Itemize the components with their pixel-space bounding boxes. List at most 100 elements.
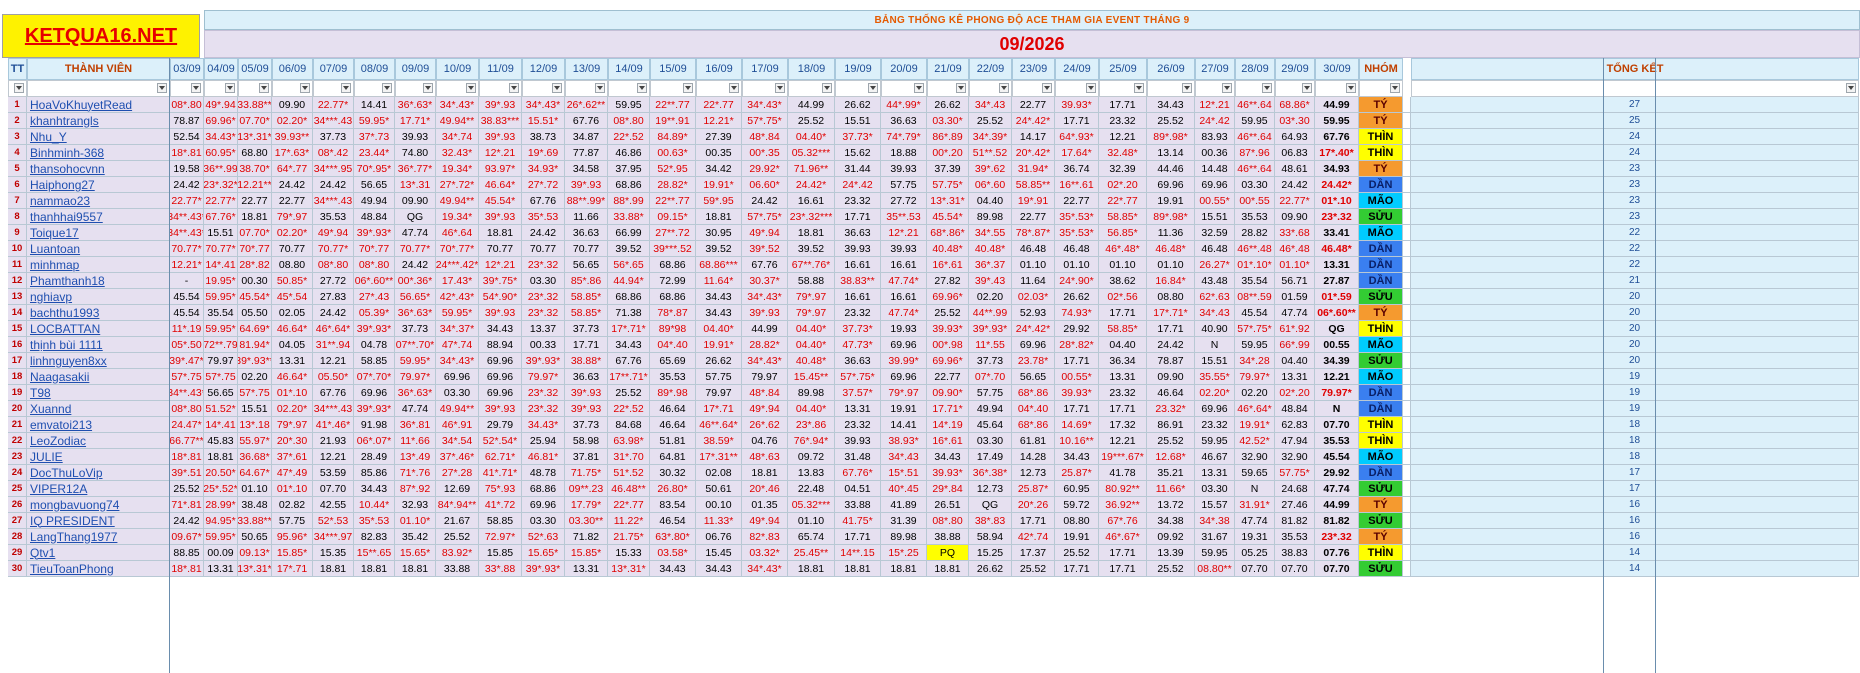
member-link[interactable]: TieuToanPhong	[27, 561, 170, 577]
member-link[interactable]: Luantoan	[27, 241, 170, 257]
member-link[interactable]: Haiphong27	[27, 177, 170, 193]
score-cell: 71.75*	[565, 465, 608, 481]
filter-dropdown-icon[interactable]	[683, 83, 693, 93]
member-link[interactable]: thịnh bùi 1111	[27, 337, 170, 353]
filter-dropdown-icon[interactable]	[466, 83, 476, 93]
score-cell: 23*.32	[1315, 209, 1359, 225]
score-cell: 76*.94*	[788, 433, 835, 449]
member-link[interactable]: linhnguyen8xx	[27, 353, 170, 369]
filter-dropdown-icon[interactable]	[1346, 83, 1356, 93]
member-link[interactable]: Binhminh-368	[27, 145, 170, 161]
score-cell: 44**.99	[969, 305, 1012, 321]
score-cell: 41.78	[1099, 465, 1147, 481]
member-link[interactable]: LOCBATTAN	[27, 321, 170, 337]
member-link[interactable]: Naagasakii	[27, 369, 170, 385]
score-cell: 04.40*	[788, 401, 835, 417]
member-link[interactable]: LeoZodiac	[27, 433, 170, 449]
filter-dropdown-icon[interactable]	[1846, 83, 1856, 93]
score-cell: 64*.93*	[1055, 129, 1099, 145]
member-link[interactable]: Phamthanh18	[27, 273, 170, 289]
header-date: 03/09	[170, 58, 204, 80]
filter-dropdown-icon[interactable]	[423, 83, 433, 93]
score-cell: 06*.07*	[354, 433, 395, 449]
score-cell: 49*.94	[204, 97, 238, 113]
score-cell: 34.93	[1315, 161, 1359, 177]
score-cell: 01.10	[1012, 257, 1055, 273]
score-cell: 39.93	[881, 241, 927, 257]
score-cell: 06.60*	[742, 177, 788, 193]
score-cell: 01*.10	[1315, 193, 1359, 209]
filter-dropdown-icon[interactable]	[341, 83, 351, 93]
score-cell: 78.87	[170, 113, 204, 129]
filter-dropdown-icon[interactable]	[1134, 83, 1144, 93]
member-link[interactable]: LangThang1977	[27, 529, 170, 545]
filter-dropdown-icon[interactable]	[552, 83, 562, 93]
filter-dropdown-icon[interactable]	[14, 83, 24, 93]
member-link[interactable]: mongbavuong74	[27, 497, 170, 513]
filter-dropdown-icon[interactable]	[956, 83, 966, 93]
member-link[interactable]: JULIE	[27, 449, 170, 465]
filter-dropdown-icon[interactable]	[225, 83, 235, 93]
member-link[interactable]: Nhu_Y	[27, 129, 170, 145]
score-cell: 35.53	[1275, 529, 1315, 545]
filter-dropdown-icon[interactable]	[868, 83, 878, 93]
member-link[interactable]: Qtv1	[27, 545, 170, 561]
member-link[interactable]: thanhhai9557	[27, 209, 170, 225]
score-cell: 29.79	[479, 417, 522, 433]
filter-dropdown-icon[interactable]	[191, 83, 201, 93]
member-link[interactable]: nghiavp	[27, 289, 170, 305]
member-link[interactable]: IQ PRESIDENT	[27, 513, 170, 529]
member-link[interactable]: DocThuLoVip	[27, 465, 170, 481]
filter-dropdown-icon[interactable]	[1302, 83, 1312, 93]
member-link[interactable]: thansohocvnn	[27, 161, 170, 177]
filter-dropdown-icon[interactable]	[822, 83, 832, 93]
filter-dropdown-icon[interactable]	[595, 83, 605, 93]
filter-dropdown-icon[interactable]	[1042, 83, 1052, 93]
filter-dropdown-icon[interactable]	[637, 83, 647, 93]
member-link[interactable]: khanhtrangls	[27, 113, 170, 129]
filter-dropdown-icon[interactable]	[1262, 83, 1272, 93]
score-cell: 56.65*	[395, 289, 436, 305]
score-cell: 38.70*	[238, 161, 272, 177]
score-cell: 64.67*	[238, 465, 272, 481]
filter-dropdown-icon[interactable]	[729, 83, 739, 93]
filter-dropdown-icon[interactable]	[1182, 83, 1192, 93]
member-link[interactable]: HoaVoKhuyetRead	[27, 97, 170, 113]
filter-dropdown-icon[interactable]	[157, 83, 167, 93]
score-cell: 19**.91	[650, 113, 696, 129]
filter-dropdown-icon[interactable]	[509, 83, 519, 93]
member-link[interactable]: T98	[27, 385, 170, 401]
member-link[interactable]: minhmap	[27, 257, 170, 273]
filter-dropdown-icon[interactable]	[999, 83, 1009, 93]
filter-dropdown-icon[interactable]	[1390, 83, 1400, 93]
filter-dropdown-icon[interactable]	[300, 83, 310, 93]
score-cell: 62.71*	[479, 449, 522, 465]
score-cell: 78*.87	[650, 305, 696, 321]
member-link[interactable]: bachthu1993	[27, 305, 170, 321]
score-cell: 36*.81	[395, 417, 436, 433]
member-link[interactable]: VIPER12A	[27, 481, 170, 497]
score-cell: 04.40	[1275, 353, 1315, 369]
score-cell: 37*.73	[354, 129, 395, 145]
score-cell: 64.93	[1275, 129, 1315, 145]
member-link[interactable]: nammao23	[27, 193, 170, 209]
filter-dropdown-icon[interactable]	[1222, 83, 1232, 93]
score-cell: 17*.40*	[1315, 145, 1359, 161]
score-cell: 34*.43	[881, 449, 927, 465]
score-cell: 39.93	[835, 433, 881, 449]
member-link[interactable]: Toique17	[27, 225, 170, 241]
filter-dropdown-icon[interactable]	[914, 83, 924, 93]
score-cell: 71.96**	[788, 161, 835, 177]
site-logo[interactable]: KETQUA16.NET	[2, 14, 200, 58]
member-link[interactable]: emvatoi213	[27, 417, 170, 433]
score-cell: 24.42	[742, 193, 788, 209]
score-cell: 37*.46*	[436, 449, 479, 465]
filter-dropdown-icon[interactable]	[1086, 83, 1096, 93]
member-link[interactable]: Xuannd	[27, 401, 170, 417]
score-cell: 42*.74	[1012, 529, 1055, 545]
filter-dropdown-icon[interactable]	[775, 83, 785, 93]
filter-dropdown-icon[interactable]	[382, 83, 392, 93]
filter-dropdown-icon[interactable]	[259, 83, 269, 93]
score-cell: 18*.81	[170, 561, 204, 577]
filter-cell	[272, 80, 313, 97]
